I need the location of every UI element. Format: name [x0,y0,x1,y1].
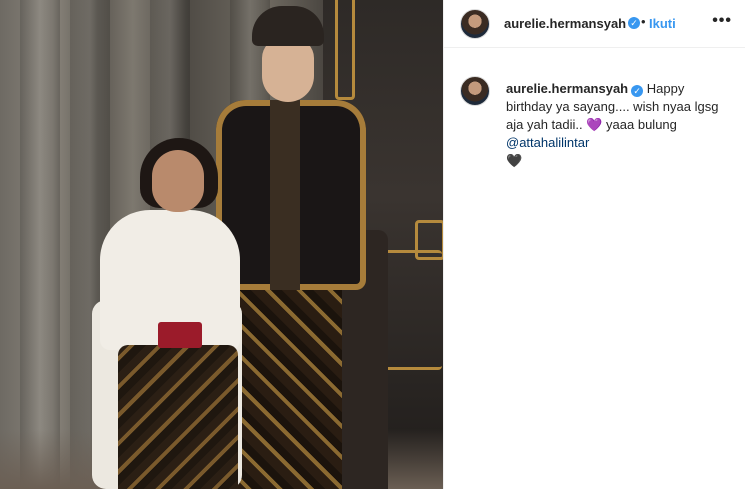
curtain-fold [20,0,60,489]
man-coat-embroidery [270,100,300,290]
gold-ornament [335,0,355,100]
man-headband [252,6,324,46]
purple-heart-emoji: 💜 [586,117,603,132]
avatar[interactable] [460,9,490,39]
man-batik-sarong [232,280,342,489]
post-photo[interactable] [0,0,443,489]
woman-face [152,150,204,212]
avatar[interactable] [460,76,490,106]
more-options-icon[interactable]: ••• [712,12,732,30]
post-header: aurelie.hermansyah ✓ • Ikuti ••• [444,0,745,48]
verified-badge-icon: ✓ [631,85,644,97]
separator-dot: • [641,14,646,29]
caption-text: aurelie.hermansyah ✓ Happy birthday ya sa… [506,80,734,170]
mention-link[interactable]: @attahalilintar [506,135,589,150]
woman-batik-skirt [118,345,238,489]
verified-badge-icon: ✓ [628,17,640,29]
woman-red-sash [158,322,202,348]
follow-button[interactable]: Ikuti [649,16,676,31]
header-username[interactable]: aurelie.hermansyah [504,16,626,31]
black-heart-emoji: 🖤 [506,153,523,168]
caption-username[interactable]: aurelie.hermansyah [506,81,628,96]
man-face [262,38,314,102]
post-side-panel: aurelie.hermansyah ✓ • Ikuti ••• aurelie… [443,0,745,489]
gold-ornament [415,220,443,260]
caption-body-continued: yaaa bulung [606,117,677,132]
